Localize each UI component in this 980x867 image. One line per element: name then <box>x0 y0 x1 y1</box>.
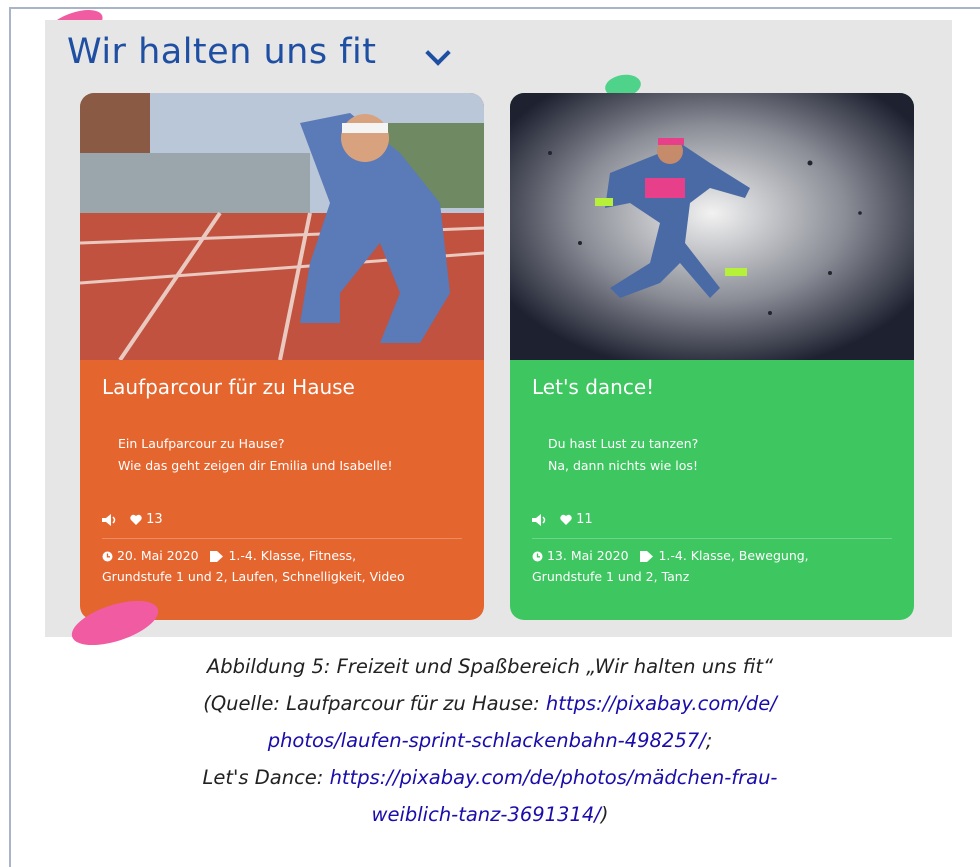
speaker-icon[interactable] <box>532 513 550 526</box>
card-image-sprinter <box>80 93 484 360</box>
card-title[interactable]: Laufparcour für zu Hause <box>102 375 355 399</box>
card-description-line: Wie das geht zeigen dir Emilia und Isabe… <box>118 458 393 473</box>
tag-icon <box>640 551 654 562</box>
card-description: Du hast Lust zu tanzen? Na, dann nichts … <box>548 433 698 477</box>
source-link-laufparcour[interactable]: https://pixabay.com/de/ <box>546 692 777 715</box>
source-link-laufparcour[interactable]: photos/laufen-sprint-schlackenbahn-49825… <box>268 729 706 752</box>
card-tags[interactable]: Grundstufe 1 und 2, Laufen, Schnelligkei… <box>102 569 405 584</box>
caption-line: Let's Dance: https://pixabay.com/de/phot… <box>0 759 980 796</box>
speaker-icon[interactable] <box>102 513 120 526</box>
caption-source-label: Let's Dance: <box>202 766 330 789</box>
card-lets-dance[interactable]: Let's dance! Du hast Lust zu tanzen? Na,… <box>510 93 914 620</box>
card-description-line: Ein Laufparcour zu Hause? <box>118 436 285 451</box>
section-heading: Wir halten uns fit <box>67 32 377 72</box>
card-divider <box>102 538 462 539</box>
chevron-down-icon[interactable] <box>425 40 451 66</box>
tag-icon <box>210 551 224 562</box>
caption-line: Abbildung 5: Freizeit und Spaßbereich „W… <box>206 655 774 678</box>
card-date: 20. Mai 2020 <box>116 548 199 563</box>
likes-count: 13 <box>146 512 163 527</box>
likes-counter[interactable]: 11 <box>560 512 593 527</box>
card-description: Ein Laufparcour zu Hause? Wie das geht z… <box>118 433 393 477</box>
card-description-line: Du hast Lust zu tanzen? <box>548 436 699 451</box>
card-description-line: Na, dann nichts wie los! <box>548 458 698 473</box>
card-stats: 11 <box>532 512 593 527</box>
caption-line: (Quelle: Laufparcour für zu Hause: https… <box>0 685 980 722</box>
card-meta: 20. Mai 2020 1.-4. Klasse, Fitness, Grun… <box>102 545 464 587</box>
card-date: 13. Mai 2020 <box>546 548 629 563</box>
card-divider <box>532 538 892 539</box>
card-image-dancer <box>510 93 914 360</box>
caption-punctuation: ) <box>600 803 609 826</box>
source-link-dance[interactable]: https://pixabay.com/de/photos/mädchen-fr… <box>330 766 778 789</box>
heart-icon <box>560 514 572 525</box>
card-tags[interactable]: Grundstufe 1 und 2, Tanz <box>532 569 689 584</box>
likes-counter[interactable]: 13 <box>130 512 163 527</box>
card-tags[interactable]: 1.-4. Klasse, Fitness, <box>228 548 356 563</box>
card-title[interactable]: Let's dance! <box>532 375 654 399</box>
card-laufparcour[interactable]: Laufparcour für zu Hause Ein Laufparcour… <box>80 93 484 620</box>
card-stats: 13 <box>102 512 163 527</box>
caption-source-label: (Quelle: Laufparcour für zu Hause: <box>203 692 546 715</box>
caption-line: weiblich-tanz-3691314/) <box>0 796 980 833</box>
source-link-dance[interactable]: weiblich-tanz-3691314/ <box>372 803 601 826</box>
heart-icon <box>130 514 142 525</box>
caption-line: photos/laufen-sprint-schlackenbahn-49825… <box>0 722 980 759</box>
screenshot-panel: Wir halten uns fit Laufparcour für zu Ha… <box>45 20 952 637</box>
figure-caption: Abbildung 5: Freizeit und Spaßbereich „W… <box>0 648 980 833</box>
likes-count: 11 <box>576 512 593 527</box>
card-meta: 13. Mai 2020 1.-4. Klasse, Bewegung, Gru… <box>532 545 894 587</box>
card-tags[interactable]: 1.-4. Klasse, Bewegung, <box>658 548 808 563</box>
clock-icon <box>102 551 113 562</box>
caption-punctuation: ; <box>705 729 713 752</box>
clock-icon <box>532 551 543 562</box>
